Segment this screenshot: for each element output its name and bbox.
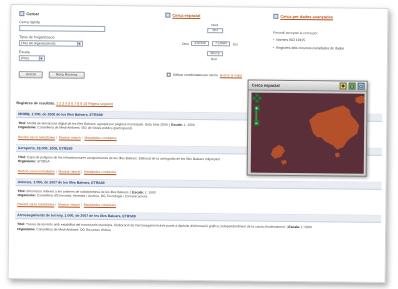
spatial-search-column: Cerca espacial bbox=[165, 12, 275, 19]
record-org-label: Organisme: bbox=[17, 193, 36, 198]
cabrera-island bbox=[334, 152, 340, 158]
chevron-down-icon: ▾ bbox=[77, 41, 82, 46]
coord-north-label: Nord bbox=[211, 23, 219, 28]
mallorca-island bbox=[309, 105, 360, 150]
org-type-value: (Tots els organitzacions) bbox=[21, 41, 56, 46]
record-link[interactable]: Mostrar relació bbox=[59, 135, 81, 139]
record-link[interactable]: Revisió xarxa metadades bbox=[18, 135, 55, 139]
checkbox-icon[interactable] bbox=[19, 11, 25, 17]
record-org-label: Organisme: bbox=[17, 226, 36, 232]
menorca-island bbox=[355, 95, 365, 104]
record-org: Conselleria de Medi Ambient, SIG de Sist… bbox=[37, 125, 133, 131]
scale-select[interactable]: (Tots) ▾ bbox=[18, 55, 45, 62]
map-tools: ✥ ▢ ▭ bbox=[339, 82, 365, 90]
advanced-header: Cerca per dades avançades bbox=[273, 13, 383, 20]
result-record: Antenes, 1:000, de 2007 de les Illes Bal… bbox=[15, 177, 382, 211]
clear-button[interactable]: Nova Recerca bbox=[48, 71, 85, 79]
result-record: Arrossegaments de terreny, 1:000, de 200… bbox=[15, 211, 382, 236]
chevron-down-icon: ▾ bbox=[38, 56, 43, 61]
search-button[interactable]: Cercar bbox=[18, 71, 43, 79]
record-link[interactable]: Metadades completes bbox=[84, 169, 116, 173]
scale-value: (Tots) bbox=[20, 56, 29, 61]
ibiza-island bbox=[270, 144, 285, 159]
checkbox-icon[interactable] bbox=[273, 13, 279, 19]
record-link[interactable]: Revisió xarxa metadades bbox=[17, 203, 54, 207]
advanced-search-column: Cerca per dades avançades Recordi accept… bbox=[273, 13, 383, 52]
checkbox-icon[interactable] bbox=[165, 12, 171, 18]
search-header-label: Cercar bbox=[26, 11, 40, 17]
use-coords-row: Utilitzar coordenades per cercar Buscar … bbox=[166, 72, 242, 78]
bullet-icon: • bbox=[273, 38, 275, 43]
quick-search-column: Cercar Cerca ràpida Tipus de l'organitza… bbox=[18, 11, 120, 79]
draw-box-icon[interactable]: ▭ bbox=[357, 82, 365, 90]
formentera-island bbox=[280, 159, 287, 165]
record-org-label: Organisme: bbox=[17, 159, 37, 164]
record-org-label: Organisme: bbox=[18, 125, 37, 130]
org-type-select[interactable]: (Tots els organitzacions) ▾ bbox=[19, 40, 84, 47]
coord-north-input[interactable]: 40.4 bbox=[207, 28, 224, 34]
pan-tool-icon[interactable]: ✥ bbox=[339, 82, 347, 90]
record-body: Títol: Traces de torrents amb estabilita… bbox=[17, 222, 312, 232]
page-screenshot: Cercar Cerca ràpida Tipus de l'organitza… bbox=[7, 4, 389, 283]
map-titlebar[interactable]: Cerca espacial ✥ ▢ ▭ bbox=[248, 80, 367, 92]
advanced-item-label: Normes ISO 19115 bbox=[276, 38, 306, 43]
select-tool-icon[interactable]: ▢ bbox=[348, 82, 356, 90]
find-on-map-link[interactable]: Buscar al mapa bbox=[220, 73, 242, 77]
coord-south-label: Sud bbox=[210, 57, 217, 62]
record-link[interactable]: Revisió xarxa metadades bbox=[18, 169, 55, 173]
coordinates-box: Nord 40.4 Oest 0.07340 7.5.0043 Est 38.5… bbox=[167, 23, 263, 70]
map-title: Cerca espacial bbox=[251, 82, 280, 88]
record-desc: Capa de polígons de les infraestructures… bbox=[26, 155, 221, 162]
record-org: Conselleria d'Economia, Hisenda i Justíc… bbox=[36, 193, 148, 199]
record-link[interactable]: Mostrar relació bbox=[58, 169, 80, 173]
map-canvas[interactable]: + − bbox=[250, 92, 365, 174]
bullet-icon: • bbox=[272, 45, 275, 50]
coord-south-input[interactable]: 38.57B bbox=[206, 51, 223, 57]
coord-west-label: Oest bbox=[182, 41, 189, 46]
search-buttons: Cercar Nova Recerca bbox=[18, 71, 119, 79]
pagination[interactable]: 1 2 3 4 5 6 7 8 9 10 Pàgina següent bbox=[56, 102, 113, 107]
record-scale-label: Escala: bbox=[171, 122, 183, 127]
advanced-search-link[interactable]: Cerca per dades avançades bbox=[280, 14, 333, 20]
advanced-item: • Normes ISO 19115 bbox=[273, 38, 383, 44]
use-coords-label: Utilitzar coordenades per cercar bbox=[172, 72, 218, 78]
record-scale: 1: 1000 bbox=[183, 122, 195, 127]
coord-east-label: Est bbox=[233, 42, 238, 47]
record-org: SITIBSA bbox=[37, 159, 50, 164]
coord-west-input[interactable]: 0.07340 bbox=[191, 40, 210, 47]
spatial-search-map-window[interactable]: Cerca espacial ✥ ▢ ▭ + − bbox=[246, 79, 368, 177]
record-org: Conselleria de Medi Ambient, DG Recursos… bbox=[36, 227, 112, 232]
record-scale-label: Escala: bbox=[288, 225, 300, 230]
results-label: Registres de resultats: bbox=[16, 101, 56, 106]
balearic-islands-map bbox=[270, 95, 365, 165]
advanced-note: Recordi acceptar la cerca per: bbox=[273, 30, 319, 36]
search-header: Cercar bbox=[19, 11, 119, 17]
spatial-header: Cerca espacial bbox=[165, 12, 275, 19]
advanced-item-label: Registres dels recursos metadades de dad… bbox=[276, 45, 345, 51]
advanced-item: • Registres dels recursos metadades de d… bbox=[273, 46, 383, 52]
record-link[interactable]: Mostrar relació bbox=[58, 203, 80, 207]
quick-search-input[interactable] bbox=[19, 25, 106, 33]
record-scale: 1: 5000 bbox=[300, 225, 312, 230]
coord-east-input[interactable]: 7.5.0043 bbox=[212, 41, 231, 47]
record-link[interactable]: Metadades completes bbox=[84, 136, 116, 140]
use-coords-checkbox[interactable] bbox=[166, 72, 171, 77]
record-link[interactable]: Metadades completes bbox=[84, 203, 116, 207]
spatial-search-link[interactable]: Cerca espacial bbox=[172, 13, 200, 18]
